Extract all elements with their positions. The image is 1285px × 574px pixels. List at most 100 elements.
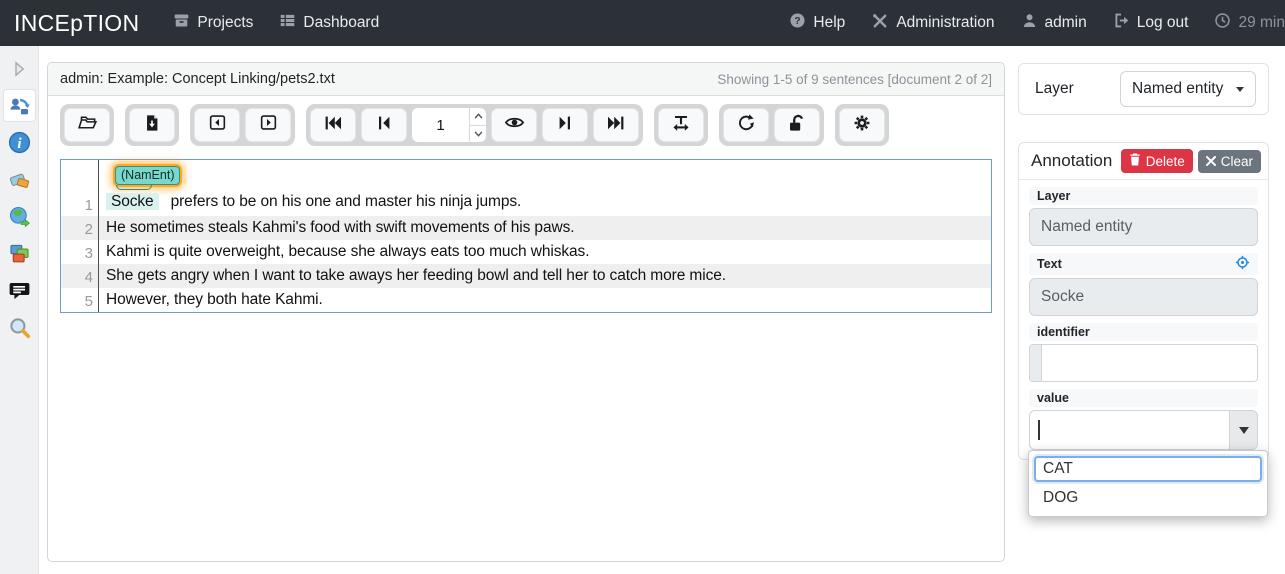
page-number-input[interactable] — [412, 108, 469, 142]
session-timer: 29 min — [1214, 12, 1285, 34]
dropdown-option-dog[interactable]: DOG — [1034, 485, 1262, 511]
annotation-toolbar — [48, 96, 1004, 154]
page-nav-group — [306, 104, 643, 146]
sentence-text[interactable]: Kahmi is quite overweight, because she a… — [99, 240, 991, 264]
user-icon — [1021, 12, 1038, 34]
app-logo[interactable]: INCEpTION — [14, 10, 139, 37]
next-document-button[interactable] — [245, 108, 291, 142]
nav-dashboard[interactable]: Dashboard — [279, 12, 379, 34]
tools-icon — [871, 12, 889, 35]
annotated-span[interactable]: Socke — [106, 193, 159, 210]
spinner-up-icon[interactable] — [470, 108, 486, 126]
identifier-field-label: identifier — [1029, 323, 1258, 341]
workflow-group — [719, 104, 824, 146]
document-nav-group — [190, 104, 295, 146]
skip-last-icon — [606, 113, 626, 138]
images-icon[interactable] — [4, 238, 35, 269]
nav-user[interactable]: admin — [1021, 12, 1087, 34]
annotation-detail-panel: Annotation Delete Clear Layer Named enti… — [1018, 142, 1269, 460]
value-field-group: value — [1029, 389, 1258, 450]
nav-administration[interactable]: Administration — [871, 12, 994, 35]
line-number: 4 — [61, 264, 99, 288]
layer-field-label: Layer — [1029, 187, 1258, 205]
recommender-sync-icon[interactable] — [4, 90, 35, 121]
gear-icon — [852, 113, 872, 138]
reset-document-button[interactable] — [723, 108, 769, 142]
annotation-panel-title: Annotation — [1031, 151, 1121, 171]
value-field-label-text: value — [1037, 391, 1069, 405]
previous-document-button[interactable] — [194, 108, 240, 142]
unlock-icon — [787, 113, 807, 138]
help-icon: ? — [789, 12, 806, 34]
annotation-chip[interactable]: (NamEnt) — [115, 166, 180, 185]
folder-open-icon — [77, 112, 98, 138]
value-field-label: value — [1029, 389, 1258, 407]
info-icon[interactable]: i — [4, 127, 35, 158]
tagsets-icon[interactable] — [4, 164, 35, 195]
navbar-right: ? Help Administration admin Log out 29 m… — [763, 12, 1285, 35]
web-lookup-icon[interactable] — [4, 201, 35, 232]
identifier-input-group — [1029, 344, 1258, 382]
identifier-input[interactable] — [1042, 345, 1257, 381]
layer-field-group: Layer Named entity — [1029, 187, 1258, 246]
clear-button-label: Clear — [1221, 154, 1253, 169]
scroll-to-target-icon[interactable] — [1235, 255, 1250, 273]
last-page-button[interactable] — [593, 108, 639, 142]
sentence-1-rest[interactable]: prefers to be on his one and master his … — [171, 193, 522, 210]
text-field-label-text: Text — [1037, 257, 1062, 271]
line-number: 3 — [61, 240, 99, 264]
settings-group — [835, 104, 889, 146]
sentence-row: 5 However, they both hate Kahmi. — [61, 288, 991, 312]
dropdown-option-cat[interactable]: CAT — [1034, 456, 1262, 482]
value-input[interactable] — [1029, 410, 1229, 450]
identifier-addon — [1030, 345, 1042, 381]
sentence-1-text: Socke prefers to be on his one and master… — [106, 191, 521, 213]
eye-icon — [504, 112, 525, 138]
close-icon — [1206, 154, 1216, 169]
identifier-field-group: identifier — [1029, 323, 1258, 382]
nav-logout[interactable]: Log out — [1113, 12, 1189, 34]
layer-field-label-text: Layer — [1037, 189, 1070, 203]
boxed-right-arrow-icon — [259, 113, 278, 137]
search-icon[interactable] — [4, 312, 35, 343]
skip-first-icon — [323, 113, 343, 138]
sentence-text[interactable]: However, they both hate Kahmi. — [99, 288, 991, 312]
step-back-icon — [374, 113, 394, 138]
open-document-button[interactable] — [64, 108, 110, 142]
nav-projects[interactable]: Projects — [173, 12, 253, 34]
list-icon — [279, 12, 296, 34]
sentence-row: 3 Kahmi is quite overweight, because she… — [61, 240, 991, 264]
previous-page-button[interactable] — [361, 108, 407, 142]
chevron-down-icon — [1236, 87, 1244, 92]
value-dropdown-button[interactable] — [1229, 410, 1258, 450]
fit-text-width-button[interactable] — [658, 108, 704, 142]
layer-selector-panel: Layer Named entity — [1018, 63, 1269, 115]
collapse-arrow-icon[interactable] — [4, 53, 35, 84]
spinner-down-icon[interactable] — [470, 126, 486, 143]
clear-annotation-button[interactable]: Clear — [1198, 150, 1261, 173]
focus-sentence-button[interactable] — [491, 108, 537, 142]
delete-annotation-button[interactable]: Delete — [1121, 149, 1193, 173]
sentence-row: 4 She gets angry when I want to take awa… — [61, 264, 991, 288]
layer-select-value: Named entity — [1132, 80, 1223, 98]
text-field-value: Socke — [1029, 278, 1258, 316]
layer-select[interactable]: Named entity — [1120, 71, 1256, 107]
settings-button[interactable] — [839, 108, 885, 142]
recycle-icon — [736, 113, 756, 138]
document-status: Showing 1-5 of 9 sentences [document 2 o… — [717, 72, 992, 87]
nav-help[interactable]: ? Help — [789, 12, 845, 34]
comments-icon[interactable] — [4, 275, 35, 306]
delete-button-label: Delete — [1146, 154, 1185, 169]
sentence-row: 2 He sometimes steals Kahmi's food with … — [61, 216, 991, 240]
logout-icon — [1113, 12, 1130, 34]
sentence-text[interactable]: He sometimes steals Kahmi's food with sw… — [99, 216, 991, 240]
lock-document-button[interactable] — [774, 108, 820, 142]
annotation-bracket — [116, 185, 152, 190]
export-document-button[interactable] — [129, 108, 175, 142]
archive-icon — [173, 12, 190, 34]
sentence-text[interactable]: She gets angry when I want to take aways… — [99, 264, 991, 288]
next-page-button[interactable] — [542, 108, 588, 142]
first-page-button[interactable] — [310, 108, 356, 142]
document-panel: admin: Example: Concept Linking/pets2.tx… — [47, 62, 1005, 562]
clock-icon — [1214, 12, 1231, 34]
